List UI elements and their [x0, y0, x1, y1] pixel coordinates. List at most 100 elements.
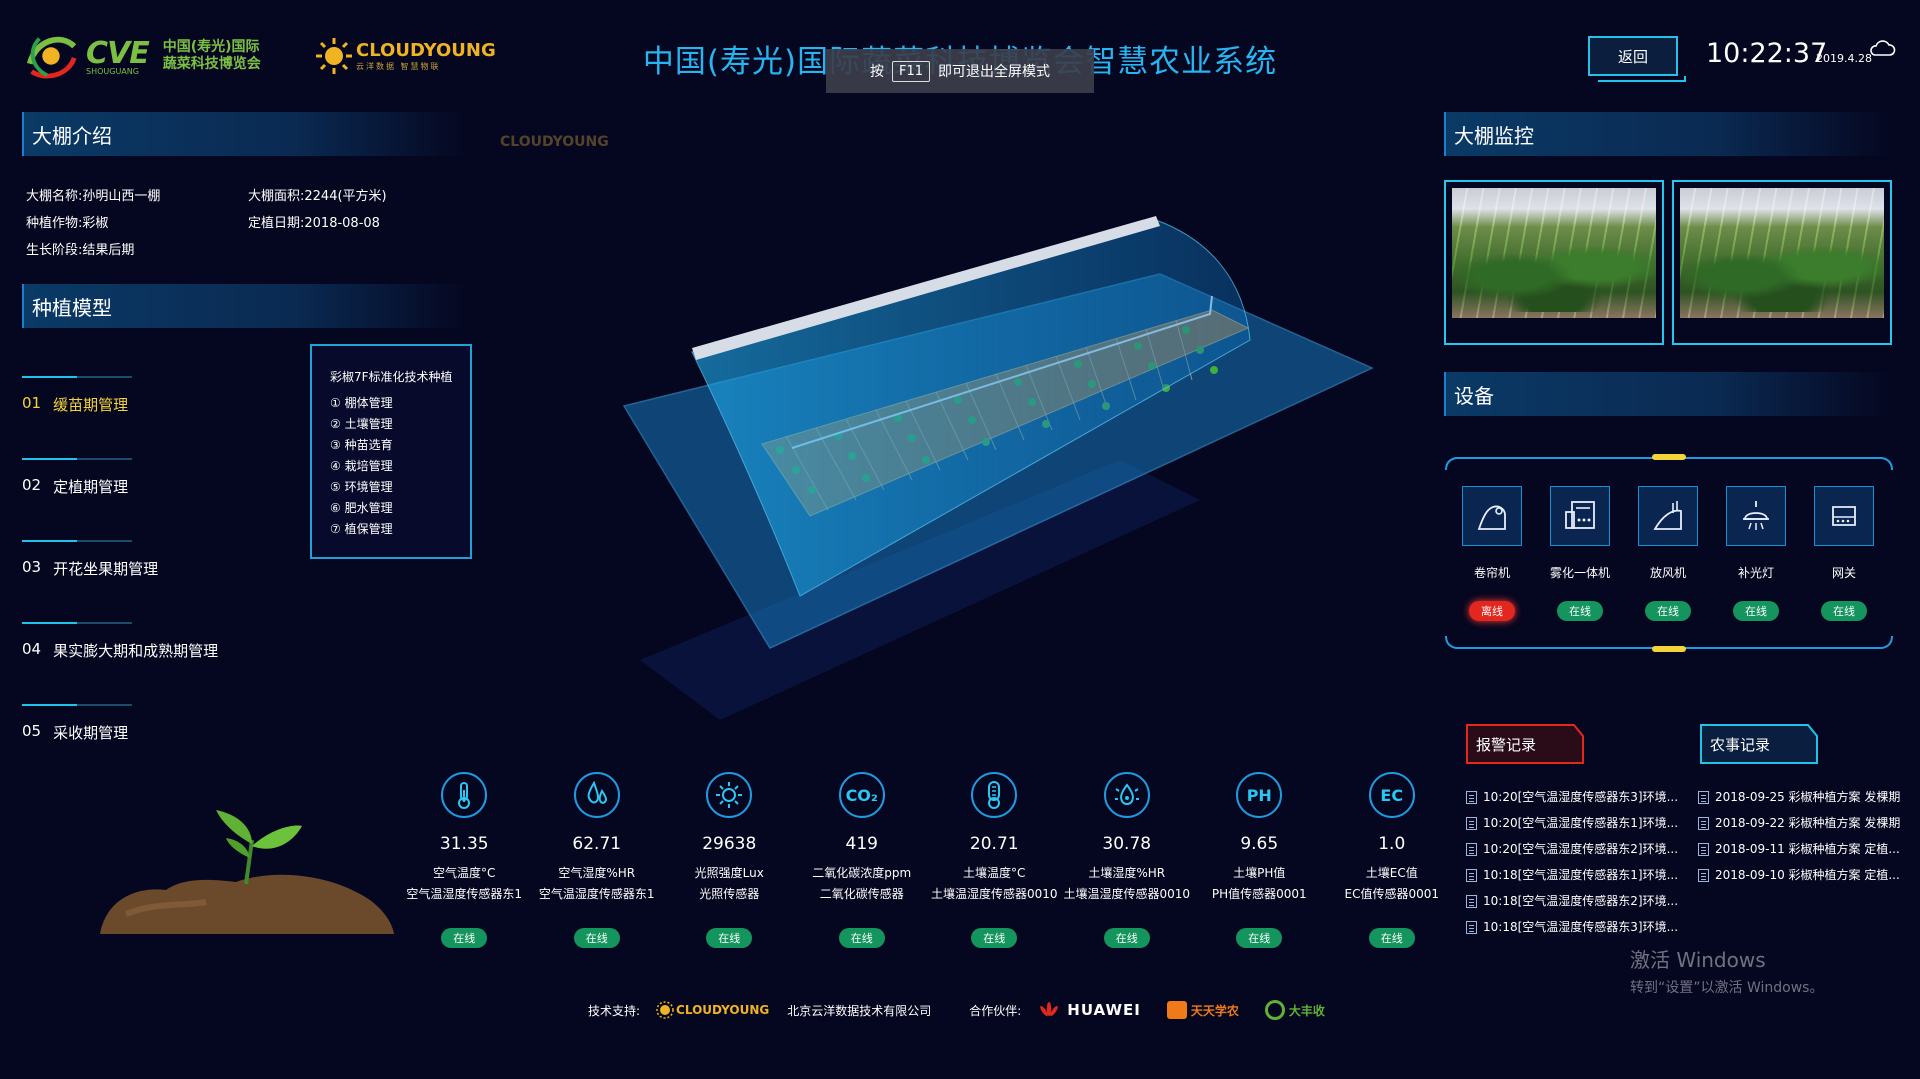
clock-date: 2019.4.28 [1816, 52, 1872, 65]
ventilation-icon [1638, 486, 1698, 546]
tech-item[interactable]: ③ 种苗选育 [330, 435, 470, 456]
list-item[interactable]: 2018-09-11 彩椒种植方案 定植... [1698, 836, 1912, 862]
camera-feed-1[interactable] [1444, 180, 1664, 345]
tech-item[interactable]: ② 土壤管理 [330, 414, 470, 435]
list-item[interactable]: 2018-09-10 彩椒种植方案 定植... [1698, 862, 1912, 888]
greenhouse-3d-model[interactable] [600, 200, 1400, 720]
document-icon [1698, 868, 1709, 882]
planting-section-header: 种植模型 [22, 284, 472, 328]
partner-tiantian: 天天学农 [1190, 1003, 1239, 1018]
sprout-illustration [100, 810, 394, 934]
list-item[interactable]: 10:20[空气温湿度传感器东3]环境... [1466, 784, 1680, 810]
list-item[interactable]: 10:18[空气温湿度传感器东2]环境... [1466, 888, 1680, 914]
sensor-air-temp[interactable]: 31.35 空气温度°C 空气温湿度传感器东1 在线 [398, 772, 531, 948]
status-badge: 在线 [441, 928, 488, 948]
status-badge: 在线 [573, 928, 620, 948]
status-badge: 在线 [1645, 601, 1691, 621]
sensor-soil-temp[interactable]: 20.71 土壤温度°C 土壤温湿度传感器0010 在线 [928, 772, 1061, 948]
cloud-icon [1870, 40, 1896, 56]
partner-huawei: HUAWEI [1067, 1001, 1141, 1019]
f11-key: F11 [891, 60, 931, 82]
cloudyoung-logo: CLOUDYOUNG 云洋数据 智慧物联 [314, 30, 496, 82]
clock-time: 10:22:37 [1706, 38, 1828, 69]
tech-item[interactable]: ⑤ 环境管理 [330, 477, 470, 498]
center-watermark: CLOUDYOUNG [500, 134, 609, 150]
list-item[interactable]: 2018-09-25 彩椒种植方案 发棵期 [1698, 784, 1912, 810]
list-item[interactable]: 10:20[空气温湿度传感器东2]环境... [1466, 836, 1680, 862]
farm-record-list: 2018-09-25 彩椒种植方案 发棵期 2018-09-22 彩椒种植方案 … [1698, 784, 1912, 888]
cve-logo: CVE SHOUGUANG 中国(寿光)国际 蔬菜科技博览会 [22, 26, 272, 86]
status-badge: 在线 [1368, 928, 1415, 948]
tab-alarm-records[interactable]: 报警记录 [1466, 724, 1584, 764]
sensor-soil-ec[interactable]: EC 1.0 土壤EC值 EC值传感器0001 在线 [1326, 772, 1459, 948]
tech-item[interactable]: ⑥ 肥水管理 [330, 498, 470, 519]
document-icon [1466, 868, 1477, 882]
light-icon [706, 772, 753, 818]
document-icon [1698, 842, 1709, 856]
soil-humidity-icon [1103, 772, 1150, 818]
sensor-co2[interactable]: CO₂ 419 二氧化碳浓度ppm 二氧化碳传感器 在线 [796, 772, 929, 948]
document-icon [1466, 920, 1477, 934]
sensor-soil-ph[interactable]: PH 9.65 土壤PH值 PH值传感器0001 在线 [1193, 772, 1326, 948]
stage-1[interactable]: 01 缓苗期管理 [22, 376, 262, 415]
stage-3[interactable]: 03 开花坐果期管理 [22, 540, 262, 579]
intro-field-date: 定植日期:2018-08-08 [248, 216, 380, 231]
status-badge: 在线 [1557, 601, 1603, 621]
intro-section-header: 大棚介绍 [22, 112, 472, 156]
list-item[interactable]: 10:18[空气温湿度传感器东1]环境... [1466, 862, 1680, 888]
soil-temp-icon [971, 772, 1018, 818]
tech-logo: CLOUDYOUNG [676, 1003, 770, 1017]
document-icon [1466, 790, 1477, 804]
ph-icon: PH [1236, 772, 1283, 818]
stage-5[interactable]: 05 采收期管理 [22, 704, 262, 743]
status-badge: 在线 [1821, 601, 1867, 621]
partner-tiantian-icon [1166, 1001, 1187, 1019]
spray-unit-icon [1550, 486, 1610, 546]
stage-divider [22, 376, 132, 378]
intro-info: 大棚名称:孙明山西一棚 大棚面积:2244(平方米) 种植作物:彩椒 定植日期:… [26, 183, 446, 264]
alarm-record-list: 10:20[空气温湿度传感器东3]环境... 10:20[空气温湿度传感器东1]… [1466, 784, 1680, 940]
grow-light-icon [1726, 486, 1786, 546]
intro-field-area: 大棚面积:2244(平方米) [248, 189, 387, 204]
device-spray-unit[interactable]: 雾化一体机 在线 [1536, 486, 1624, 621]
camera-image [1680, 188, 1884, 318]
sensor-air-humidity[interactable]: 62.71 空气湿度%HR 空气温湿度传感器东1 在线 [531, 772, 664, 948]
list-item[interactable]: 2018-09-22 彩椒种植方案 发棵期 [1698, 810, 1912, 836]
device-gateway[interactable]: 网关 在线 [1800, 486, 1888, 621]
cve-swirl-icon [26, 36, 77, 79]
document-icon [1466, 894, 1477, 908]
tab-farm-records[interactable]: 农事记录 [1700, 724, 1818, 764]
device-ventilation[interactable]: 放风机 在线 [1624, 486, 1712, 621]
camera-feed-2[interactable] [1672, 180, 1892, 345]
list-item[interactable]: 10:18[空气温湿度传感器东3]环境... [1466, 914, 1680, 940]
intro-field-name: 大棚名称:孙明山西一棚 [26, 189, 161, 204]
tech-item[interactable]: ① 棚体管理 [330, 393, 470, 414]
camera-image [1452, 188, 1656, 318]
co2-icon: CO₂ [838, 772, 885, 818]
stage-2[interactable]: 02 定植期管理 [22, 458, 262, 497]
back-button[interactable]: 返回 [1588, 36, 1686, 82]
sensor-light[interactable]: 29638 光照强度Lux 光照传感器 在线 [663, 772, 796, 948]
monitor-section-header: 大棚监控 [1444, 112, 1894, 156]
cve-wordmark: CVE SHOUGUANG [86, 36, 150, 76]
tech-item[interactable]: ⑦ 植保管理 [330, 519, 470, 540]
list-item[interactable]: 10:20[空气温湿度传感器东1]环境... [1466, 810, 1680, 836]
status-badge: 在线 [1733, 601, 1779, 621]
tech-company: 北京云洋数据技术有限公司 [787, 1003, 932, 1018]
intro-field-crop: 种植作物:彩椒 [26, 216, 109, 231]
fullscreen-tip: 按 F11 即可退出全屏模式 [826, 49, 1094, 93]
status-badge: 在线 [838, 928, 885, 948]
footer: 技术支持: CLOUDYOUNG 北京云洋数据技术有限公司 合作伙伴: HUAW… [588, 1000, 1325, 1020]
stage-divider [22, 622, 132, 624]
sun-icon [656, 1001, 674, 1019]
document-icon [1466, 816, 1477, 830]
intro-field-stage: 生长阶段:结果后期 [26, 243, 135, 258]
sensor-soil-humidity[interactable]: 30.78 土壤湿度%HR 土壤温湿度传感器0010 在线 [1061, 772, 1194, 948]
cve-cn-name: 中国(寿光)国际 蔬菜科技博览会 [162, 39, 261, 72]
device-curtain-machine[interactable]: 卷帘机 离线 [1448, 486, 1536, 621]
device-list: 卷帘机 离线 雾化一体机 在线 放风机 在线 补光灯 在线 网关 在线 [1448, 486, 1888, 621]
status-badge: 在线 [1103, 928, 1150, 948]
stage-4[interactable]: 04 果实膨大期和成熟期管理 [22, 622, 322, 661]
device-grow-light[interactable]: 补光灯 在线 [1712, 486, 1800, 621]
tech-item[interactable]: ④ 栽培管理 [330, 456, 470, 477]
